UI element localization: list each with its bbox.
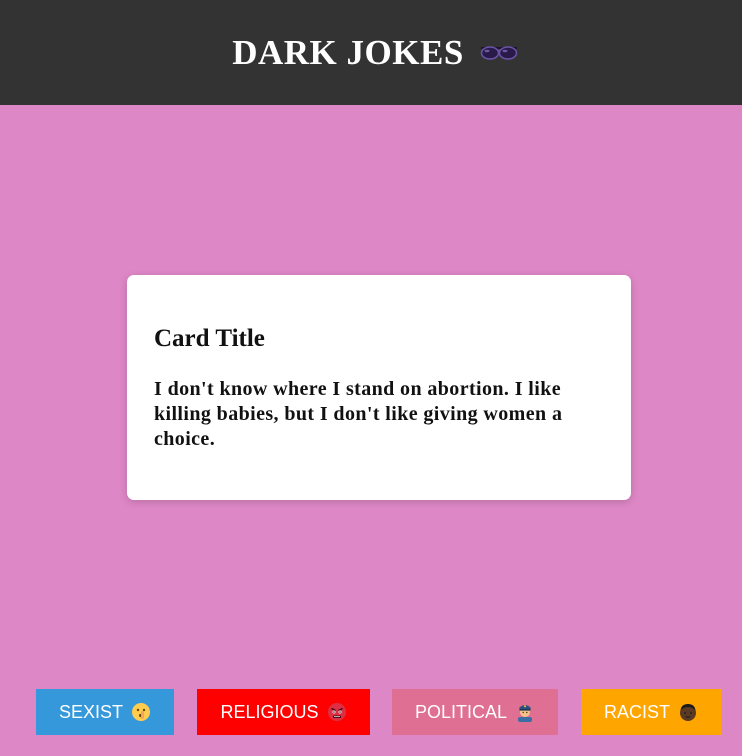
sunglasses-icon [480,45,518,60]
shushing-face-icon [132,703,151,721]
page-title: DARK JOKES [232,33,518,73]
racist-button-label: RACIST [603,701,670,722]
religious-button-label: RELIGIOUS [220,701,319,722]
joke-card: Card Title I don't know where I stand on… [127,275,631,500]
sexist-button-label: SEXIST [58,701,124,722]
racist-button[interactable]: RACIST [581,689,721,735]
sexist-button[interactable]: SEXIST [36,689,174,735]
page-title-text: DARK JOKES [232,32,464,72]
card-title: Card Title [154,325,265,352]
dark-face-icon [680,704,696,721]
political-button[interactable]: POLITICAL [392,689,558,735]
joke-text: I don't know where I stand on abortion. … [154,378,563,450]
political-button-label: POLITICAL [414,701,508,722]
religious-button[interactable]: RELIGIOUS [197,689,370,735]
angry-face-icon [327,703,346,721]
police-officer-icon [518,705,533,722]
page-header: DARK JOKES [0,0,742,105]
